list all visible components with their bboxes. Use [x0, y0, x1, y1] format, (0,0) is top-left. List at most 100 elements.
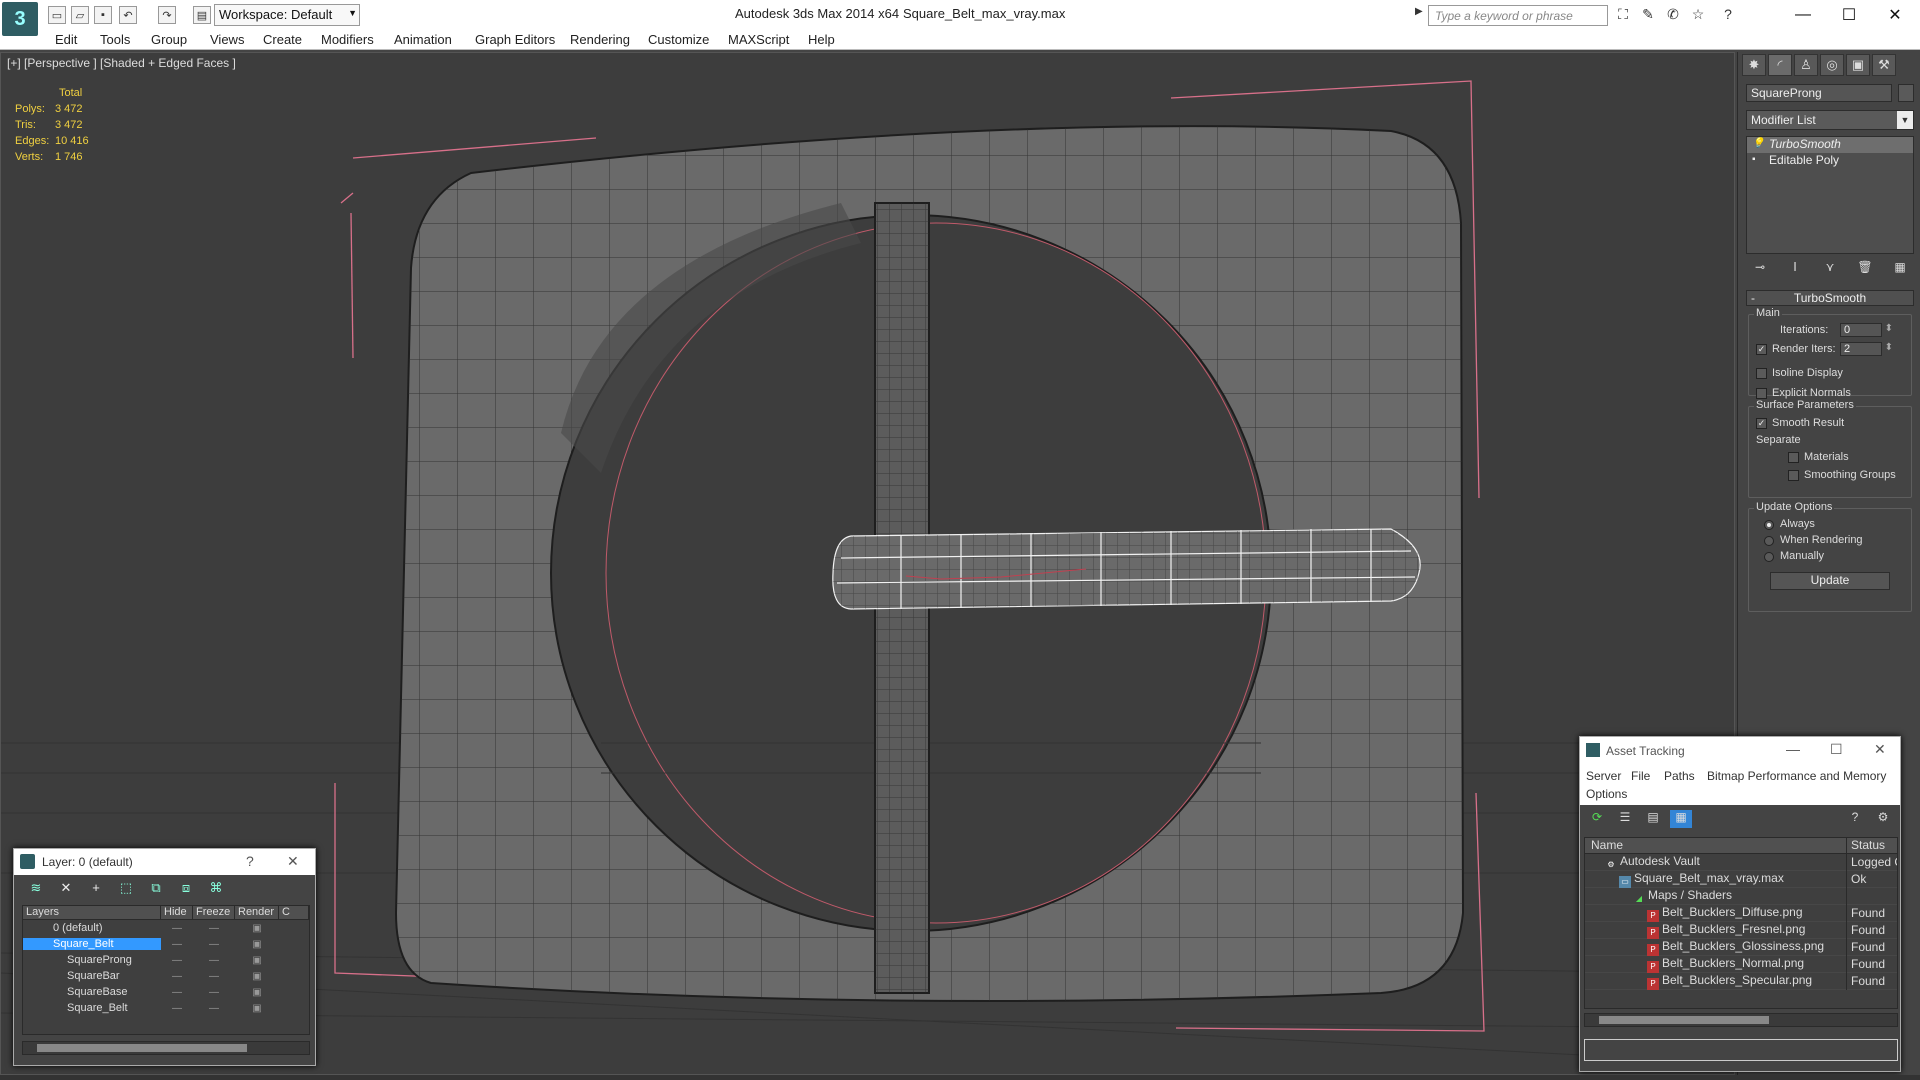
app-menu-button[interactable]: 3 [2, 2, 38, 36]
isoline-checkbox[interactable] [1756, 368, 1767, 379]
turbosmooth-rollout-header[interactable]: - TurboSmooth [1746, 290, 1914, 306]
layer-row[interactable]: SquareBase — — ▣ [23, 984, 309, 1000]
smooth-result-checkbox[interactable]: ✓ [1756, 418, 1767, 429]
utilities-tab-icon[interactable]: ⚒ [1872, 54, 1896, 76]
asset-row[interactable]: P Belt_Bucklers_Specular.png Found [1585, 972, 1897, 990]
layer-row[interactable]: 0 (default) — — ▣ [23, 920, 309, 936]
smoothing-groups-checkbox[interactable] [1788, 470, 1799, 481]
table-view-icon[interactable]: ▤ [1642, 810, 1664, 828]
add-selection-icon[interactable]: + [84, 880, 108, 898]
asset-row[interactable]: P Belt_Bucklers_Glossiness.png Found [1585, 938, 1897, 956]
delete-layer-icon[interactable]: ✕ [54, 880, 78, 898]
asset-row[interactable]: P Belt_Bucklers_Fresnel.png Found [1585, 921, 1897, 939]
grid-view-icon[interactable]: ▦ [1670, 810, 1692, 828]
viewport-label[interactable]: [+] [Perspective ] [Shaded + Edged Faces… [7, 56, 236, 70]
asset-row[interactable]: P Belt_Bucklers_Diffuse.png Found [1585, 904, 1897, 922]
subscription-icon[interactable]: ✎ [1638, 6, 1658, 24]
render-toggle-icon[interactable]: ▣ [235, 1003, 279, 1014]
redo-icon[interactable]: ↷ [158, 6, 176, 24]
render-iters-spinner[interactable]: 2 [1840, 342, 1893, 356]
asset-row[interactable]: ⚙ Autodesk Vault Logged C [1585, 853, 1897, 871]
maximize-icon[interactable]: ☐ [1830, 741, 1843, 758]
col-layers[interactable]: Layers [23, 906, 161, 919]
hide-toggle[interactable]: — [161, 987, 193, 998]
asset-menu-options[interactable]: Options [1586, 787, 1627, 801]
maximize-icon[interactable]: ☐ [1826, 0, 1872, 30]
close-icon[interactable]: ✕ [1874, 741, 1886, 758]
hide-toggle[interactable]: — [161, 939, 193, 950]
layer-row[interactable]: SquareProng — — ▣ [23, 952, 309, 968]
menu-customize[interactable]: Customize [648, 32, 709, 47]
pin-stack-icon[interactable]: ⊸ [1750, 260, 1770, 278]
menu-create[interactable]: Create [263, 32, 302, 47]
manually-radio[interactable] [1764, 552, 1774, 562]
asset-dialog-titlebar[interactable]: Asset Tracking — ☐ ✕ [1580, 737, 1900, 765]
search-expand-icon[interactable]: ▶ [1415, 6, 1423, 17]
modifier-list-dropdown[interactable]: Modifier List ▼ [1746, 110, 1914, 130]
freeze-toggle[interactable]: — [193, 923, 235, 934]
freeze-toggle[interactable]: — [193, 1003, 235, 1014]
minimize-icon[interactable]: — [1786, 741, 1800, 757]
always-radio[interactable] [1764, 520, 1774, 530]
select-objects-icon[interactable]: ⬚ [114, 880, 138, 898]
menu-views[interactable]: Views [210, 32, 244, 47]
asset-horizontal-scrollbar[interactable] [1584, 1013, 1898, 1027]
close-icon[interactable]: ✕ [287, 853, 299, 870]
menu-rendering[interactable]: Rendering [570, 32, 630, 47]
hide-toggle[interactable]: — [161, 971, 193, 982]
hide-toggle[interactable]: — [161, 923, 193, 934]
modify-tab-icon[interactable]: ◜ [1768, 54, 1792, 76]
render-toggle-icon[interactable]: ▣ [235, 955, 279, 966]
communication-icon[interactable]: ✆ [1663, 6, 1683, 24]
hide-all-icon[interactable]: ⧈ [174, 880, 198, 898]
freeze-toggle[interactable]: — [193, 939, 235, 950]
iterations-spinner[interactable]: 0 [1840, 323, 1893, 337]
asset-row[interactable]: ▭ Square_Belt_max_vray.max Ok [1585, 870, 1897, 888]
create-tab-icon[interactable]: ✸ [1742, 54, 1766, 76]
undo-icon[interactable]: ↶ [119, 6, 137, 24]
freeze-toggle[interactable]: — [193, 987, 235, 998]
configure-sets-icon[interactable]: ▦ [1890, 260, 1910, 278]
show-end-result-icon[interactable]: Ⅰ [1785, 260, 1805, 278]
close-icon[interactable]: ✕ [1872, 0, 1918, 30]
asset-row[interactable]: ◢ Maps / Shaders [1585, 887, 1897, 905]
settings-icon[interactable]: ⚙ [1872, 810, 1894, 828]
render-iters-checkbox[interactable]: ✓ [1756, 344, 1767, 355]
new-layer-icon[interactable]: ≋ [24, 880, 48, 898]
stack-item-turbosmooth[interactable]: 💡 TurboSmooth [1747, 137, 1913, 153]
highlight-layer-icon[interactable]: ⧉ [144, 880, 168, 898]
hide-toggle[interactable]: — [161, 955, 193, 966]
menu-edit[interactable]: Edit [55, 32, 77, 47]
menu-tools[interactable]: Tools [100, 32, 130, 47]
asset-status-field[interactable] [1584, 1039, 1898, 1061]
menu-help[interactable]: Help [808, 32, 835, 47]
binoculars-icon[interactable]: ⛶ [1613, 6, 1633, 24]
new-file-icon[interactable]: ▭ [48, 6, 66, 24]
refresh-icon[interactable]: ⟳ [1586, 810, 1608, 828]
col-status[interactable]: Status [1847, 838, 1897, 853]
layer-row[interactable]: Square_Belt — — ▣ [23, 1000, 309, 1016]
col-name[interactable]: Name [1585, 838, 1847, 853]
layer-dialog-titlebar[interactable]: Layer: 0 (default) ? ✕ [14, 849, 315, 875]
help-icon[interactable]: ? [1844, 810, 1866, 828]
minimize-icon[interactable]: — [1780, 0, 1826, 30]
help-icon[interactable]: ? [246, 853, 254, 869]
asset-menu-paths[interactable]: Paths [1664, 769, 1695, 783]
col-render[interactable]: Render [235, 906, 279, 919]
col-color[interactable]: C [279, 906, 309, 919]
layer-row[interactable]: Square_Belt — — ▣ [23, 936, 309, 952]
render-toggle-icon[interactable]: ▣ [235, 923, 279, 934]
object-name-field[interactable]: SquareProng [1746, 84, 1892, 102]
hierarchy-tab-icon[interactable]: ♙ [1794, 54, 1818, 76]
open-file-icon[interactable]: ▱ [71, 6, 89, 24]
layer-horizontal-scrollbar[interactable] [22, 1041, 310, 1055]
save-file-icon[interactable]: ▪ [94, 6, 112, 24]
asset-menu-file[interactable]: File [1631, 769, 1650, 783]
expand-plus-icon[interactable]: ▪ [1752, 155, 1762, 165]
motion-tab-icon[interactable]: ◎ [1820, 54, 1844, 76]
when-rendering-radio[interactable] [1764, 536, 1774, 546]
col-hide[interactable]: Hide [161, 906, 193, 919]
project-folder-icon[interactable]: ▤ [193, 6, 211, 24]
menu-graph-editors[interactable]: Graph Editors [475, 32, 555, 47]
asset-menu-server[interactable]: Server [1586, 769, 1621, 783]
